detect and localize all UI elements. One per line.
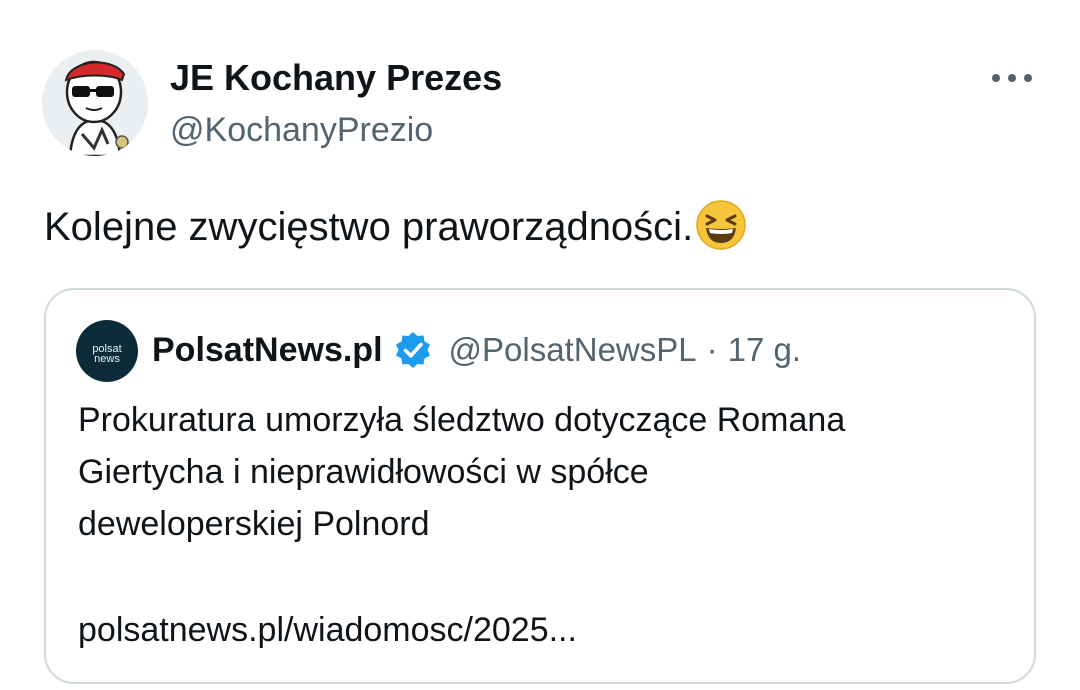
verified-badge-icon: [395, 332, 430, 368]
meta-separator: ·: [706, 331, 718, 368]
polsat-logo-subtext: news: [94, 353, 120, 365]
quoted-tweet-text: Prokuratura umorzyła śledztwo dotyczące …: [78, 394, 1008, 550]
quoted-tweet-text-line: Giertycha i nieprawidłowości w spółce: [78, 453, 649, 491]
more-horizontal-icon: [992, 74, 1032, 82]
quoted-tweet-header: PolsatNews.pl @PolsatNewsPL · 17 g.: [152, 327, 801, 373]
grinning-squinting-face-emoji-icon: [696, 200, 746, 250]
quoted-author-display-name[interactable]: PolsatNews.pl: [152, 327, 383, 373]
quoted-tweet-link[interactable]: polsatnews.pl/wiadomosc/2025...: [78, 604, 577, 656]
author-avatar[interactable]: [42, 50, 148, 156]
author-display-name[interactable]: JE Kochany Prezes: [170, 56, 502, 100]
tweet-text: Kolejne zwycięstwo praworządności.: [44, 199, 747, 253]
cartoon-character-avatar-icon: [42, 50, 148, 156]
more-options-button[interactable]: [988, 60, 1036, 96]
quoted-tweet-card[interactable]: polsat news PolsatNews.pl @PolsatNewsPL …: [44, 288, 1036, 684]
author-handle[interactable]: @KochanyPrezio: [170, 108, 433, 152]
quoted-author-handle[interactable]: @PolsatNewsPL: [449, 327, 697, 373]
quoted-tweet-text-line: deweloperskiej Polnord: [78, 505, 430, 543]
tweet-text-content: Kolejne zwycięstwo praworządności.: [44, 205, 694, 249]
quoted-tweet-text-line: Prokuratura umorzyła śledztwo dotyczące …: [78, 401, 846, 439]
quoted-tweet-timestamp[interactable]: 17 g.: [728, 327, 801, 373]
quoted-author-avatar[interactable]: polsat news: [76, 320, 138, 382]
